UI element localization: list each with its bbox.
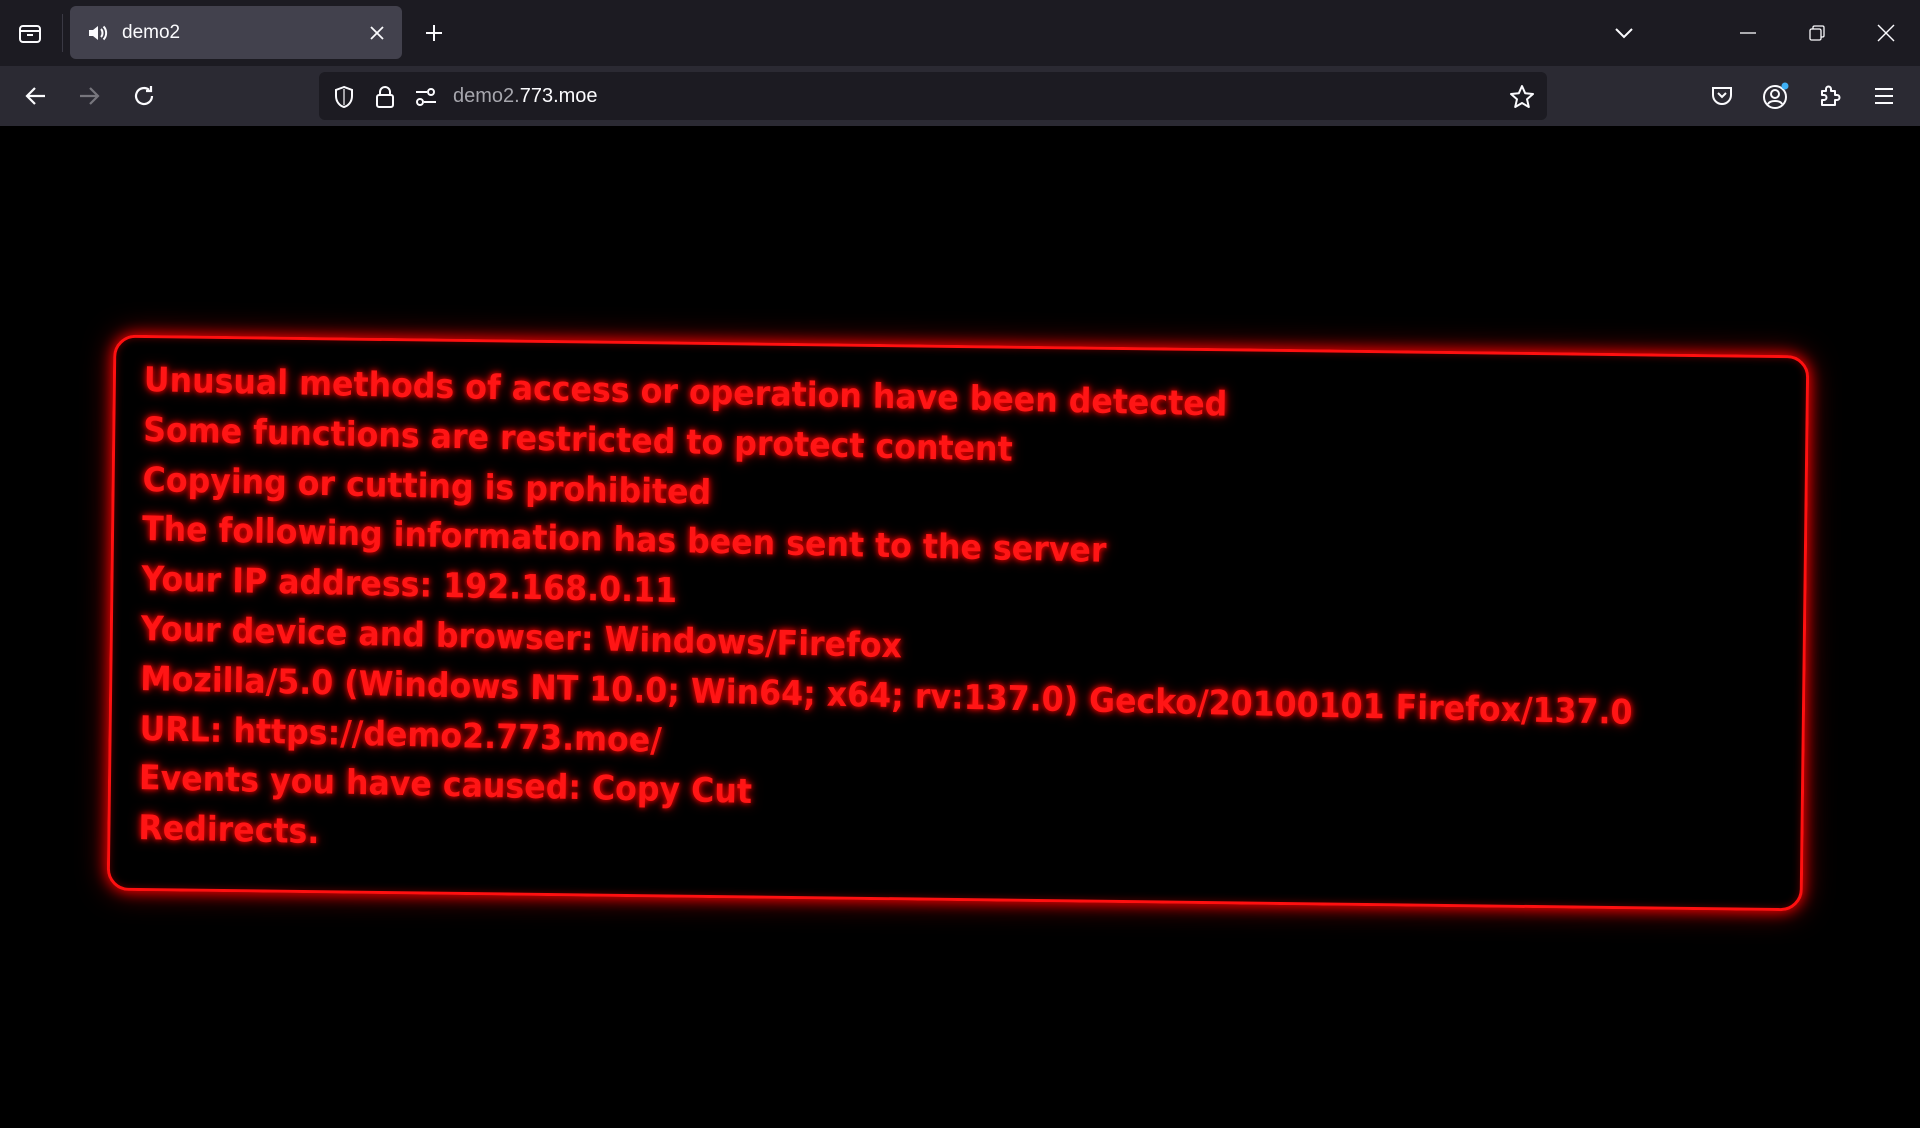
plus-icon[interactable] — [418, 17, 450, 49]
tab-strip: demo2 — [0, 0, 1920, 66]
account-icon[interactable] — [1758, 78, 1794, 114]
navigation-bar: demo2.773.moe — [0, 66, 1920, 126]
url-text[interactable]: demo2.773.moe — [453, 85, 598, 108]
restore-icon[interactable] — [1797, 14, 1837, 52]
close-icon[interactable] — [364, 20, 390, 46]
chevron-down-icon[interactable] — [1604, 14, 1644, 52]
permissions-icon[interactable] — [413, 84, 439, 110]
reload-icon[interactable] — [126, 78, 162, 114]
list-all-tabs-icon[interactable] — [12, 18, 48, 50]
pocket-icon[interactable] — [1704, 78, 1740, 114]
minimize-icon[interactable] — [1728, 14, 1768, 52]
tab-title: demo2 — [122, 21, 181, 43]
back-arrow-icon[interactable] — [18, 78, 54, 114]
url-prefix: demo2. — [453, 85, 520, 107]
window-close-icon[interactable] — [1866, 14, 1906, 52]
warning-box: Unusual methods of access or operation h… — [106, 334, 1810, 912]
hamburger-menu-icon[interactable] — [1866, 78, 1902, 114]
url-domain: 773.moe — [519, 85, 598, 107]
extensions-icon[interactable] — [1812, 78, 1848, 114]
lock-icon[interactable] — [372, 84, 398, 110]
tab-separator — [62, 14, 63, 52]
speaker-icon[interactable] — [88, 22, 110, 44]
shield-icon[interactable] — [331, 84, 357, 110]
page-content: Unusual methods of access or operation h… — [0, 126, 1920, 1128]
tab-demo2[interactable]: demo2 — [70, 6, 402, 59]
url-bar[interactable]: demo2.773.moe — [319, 72, 1547, 120]
star-icon[interactable] — [1509, 84, 1535, 110]
forward-arrow-icon — [71, 78, 107, 114]
